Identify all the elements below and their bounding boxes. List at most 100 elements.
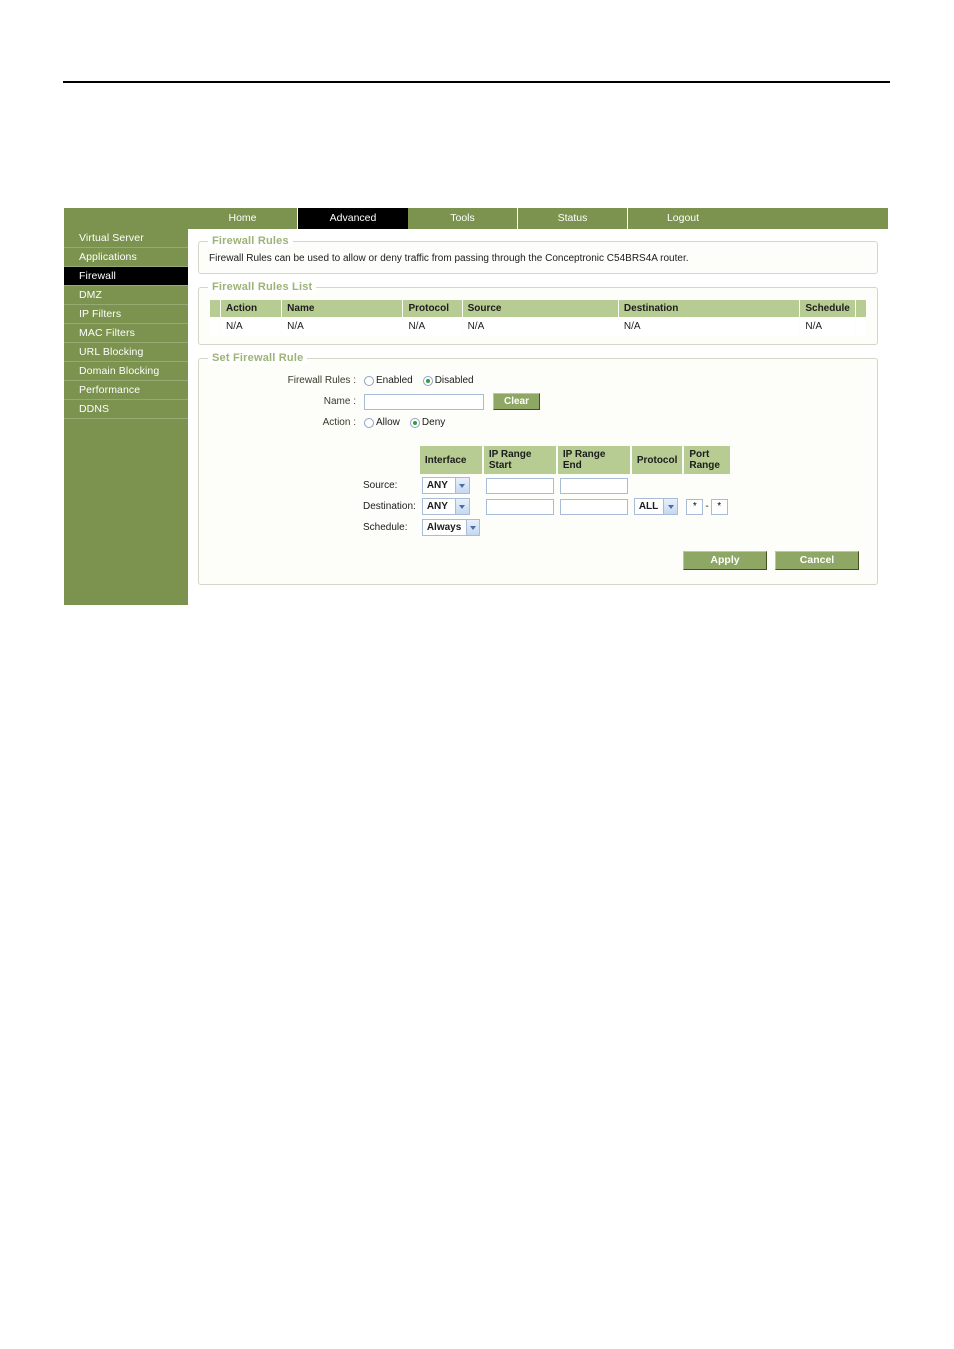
sidebar-item-applications[interactable]: Applications bbox=[64, 248, 188, 267]
firewall-rules-table-head: Action Name Protocol Source Destination … bbox=[210, 300, 866, 317]
firewall-rules-table: Action Name Protocol Source Destination … bbox=[209, 300, 867, 336]
column-header-name: Name bbox=[282, 300, 403, 317]
firewall-rules-toggle-row: Firewall Rules : Enabled Disabled bbox=[209, 375, 867, 386]
matrix-header-ip-range-end: IP Range End bbox=[557, 446, 630, 474]
sidebar-item-virtual-server[interactable]: Virtual Server bbox=[64, 229, 188, 248]
radio-allow-label: Allow bbox=[376, 417, 400, 428]
source-ip-end-cell bbox=[558, 476, 630, 495]
sidebar-item-ddns[interactable]: DDNS bbox=[64, 400, 188, 419]
chevron-down-icon bbox=[454, 499, 469, 514]
matrix-header-port-range: Port Range bbox=[684, 446, 730, 474]
destination-ip-range-end-input[interactable] bbox=[559, 498, 628, 515]
table-header-row: Action Name Protocol Source Destination … bbox=[210, 300, 866, 317]
destination-protocol-select[interactable]: ALL bbox=[633, 498, 678, 515]
destination-interface-select[interactable]: ANY bbox=[421, 498, 470, 515]
destination-interface-cell: ANY bbox=[420, 497, 482, 516]
source-interface-select[interactable]: ANY bbox=[421, 477, 470, 494]
sidebar-item-performance[interactable]: Performance bbox=[64, 381, 188, 400]
matrix-header-ip-range-start: IP Range Start bbox=[483, 446, 556, 474]
sidebar-item-url-blocking[interactable]: URL Blocking bbox=[64, 343, 188, 362]
radio-enabled[interactable]: Enabled bbox=[364, 375, 413, 386]
radio-enabled-label: Enabled bbox=[376, 375, 413, 386]
tab-status[interactable]: Status bbox=[518, 208, 628, 229]
firewall-rules-legend: Firewall Rules bbox=[208, 235, 293, 247]
sidebar-item-firewall[interactable]: Firewall bbox=[64, 267, 188, 286]
source-ip-start-cell bbox=[484, 476, 556, 495]
source-ip-range-start-input[interactable] bbox=[485, 477, 554, 494]
firewall-rules-table-body: N/A N/A N/A N/A N/A N/A bbox=[210, 317, 866, 336]
firewall-rules-toggle-label: Firewall Rules : bbox=[287, 375, 356, 386]
radio-deny[interactable]: Deny bbox=[409, 417, 446, 428]
radio-deny-label: Deny bbox=[421, 417, 446, 428]
matrix-row-source: Source: ANY bbox=[361, 476, 730, 495]
sidebar: Virtual Server Applications Firewall DMZ… bbox=[64, 208, 188, 605]
cancel-button[interactable]: Cancel bbox=[775, 551, 859, 570]
rule-name-input[interactable] bbox=[364, 393, 484, 410]
port-range-start-input[interactable] bbox=[686, 498, 704, 515]
cell-action: N/A bbox=[221, 317, 282, 336]
radio-disabled-label: Disabled bbox=[434, 375, 474, 386]
rule-name-row: Name : Clear bbox=[209, 393, 867, 410]
sidebar-item-domain-blocking[interactable]: Domain Blocking bbox=[64, 362, 188, 381]
rule-action-row: Action : Allow Deny bbox=[209, 417, 867, 428]
chevron-down-icon bbox=[663, 499, 677, 514]
schedule-spacer-4 bbox=[684, 518, 729, 537]
tab-advanced[interactable]: Advanced bbox=[298, 208, 408, 229]
cell-protocol: N/A bbox=[403, 317, 462, 336]
matrix-row-schedule: Schedule: Always bbox=[361, 518, 730, 537]
destination-row-label: Destination: bbox=[363, 501, 416, 512]
sidebar-item-ip-filters[interactable]: IP Filters bbox=[64, 305, 188, 324]
column-header-destination: Destination bbox=[618, 300, 800, 317]
schedule-spacer-3 bbox=[632, 518, 683, 537]
radio-enabled-indicator bbox=[364, 375, 374, 386]
radio-allow[interactable]: Allow bbox=[364, 417, 400, 428]
schedule-select[interactable]: Always bbox=[421, 519, 480, 536]
destination-protocol-value: ALL bbox=[638, 501, 659, 512]
matrix-corner-cell bbox=[361, 446, 418, 474]
page-root: Virtual Server Applications Firewall DMZ… bbox=[0, 0, 954, 1349]
matrix-header-interface: Interface bbox=[419, 446, 482, 474]
column-header-pad-left bbox=[210, 300, 221, 317]
source-ip-range-end-input[interactable] bbox=[559, 477, 628, 494]
radio-disabled-indicator bbox=[422, 375, 433, 386]
tab-tools[interactable]: Tools bbox=[408, 208, 518, 229]
radio-allow-indicator bbox=[364, 417, 374, 428]
port-range-end-input[interactable] bbox=[710, 498, 728, 515]
column-header-action: Action bbox=[221, 300, 282, 317]
chevron-down-icon bbox=[454, 478, 469, 493]
matrix-header-protocol: Protocol bbox=[631, 446, 683, 474]
firewall-rules-description: Firewall Rules can be used to allow or d… bbox=[209, 253, 689, 264]
sidebar-item-mac-filters[interactable]: MAC Filters bbox=[64, 324, 188, 343]
destination-ip-range-start-input[interactable] bbox=[485, 498, 554, 515]
column-header-source: Source bbox=[462, 300, 618, 317]
panel-body: Firewall Rules Firewall Rules can be use… bbox=[188, 229, 888, 608]
source-protocol-cell bbox=[632, 476, 683, 495]
destination-ip-end-cell bbox=[558, 497, 630, 516]
tab-home[interactable]: Home bbox=[188, 208, 298, 229]
rule-name-label: Name : bbox=[323, 396, 356, 407]
column-header-protocol: Protocol bbox=[403, 300, 462, 317]
sidebar-item-dmz[interactable]: DMZ bbox=[64, 286, 188, 305]
set-firewall-rule-group: Set Firewall Rule Firewall Rules : Enabl… bbox=[198, 352, 878, 585]
cell-pad-left bbox=[210, 317, 221, 336]
destination-ip-start-cell bbox=[484, 497, 556, 516]
schedule-row-label: Schedule: bbox=[363, 522, 408, 533]
tab-logout[interactable]: Logout bbox=[628, 208, 738, 229]
firewall-rules-list-legend: Firewall Rules List bbox=[208, 281, 317, 293]
form-action-buttons: Apply Cancel bbox=[209, 551, 867, 570]
column-header-schedule: Schedule bbox=[800, 300, 855, 317]
set-firewall-rule-legend: Set Firewall Rule bbox=[208, 352, 308, 364]
port-range-separator: - bbox=[705, 501, 709, 512]
clear-button[interactable]: Clear bbox=[493, 393, 541, 410]
destination-port-range-cell: - bbox=[684, 497, 729, 516]
matrix-row-destination: Destination: ANY ALL * -* bbox=[361, 497, 730, 516]
firewall-rules-group: Firewall Rules Firewall Rules can be use… bbox=[198, 235, 878, 274]
schedule-spacer-1 bbox=[484, 518, 556, 537]
apply-button[interactable]: Apply bbox=[683, 551, 767, 570]
schedule-select-cell: Always bbox=[420, 518, 482, 537]
radio-disabled[interactable]: Disabled bbox=[422, 375, 474, 386]
destination-protocol-cell: ALL bbox=[632, 497, 683, 516]
radio-deny-indicator bbox=[409, 417, 420, 428]
nav-filler bbox=[738, 208, 888, 229]
schedule-spacer-2 bbox=[558, 518, 630, 537]
